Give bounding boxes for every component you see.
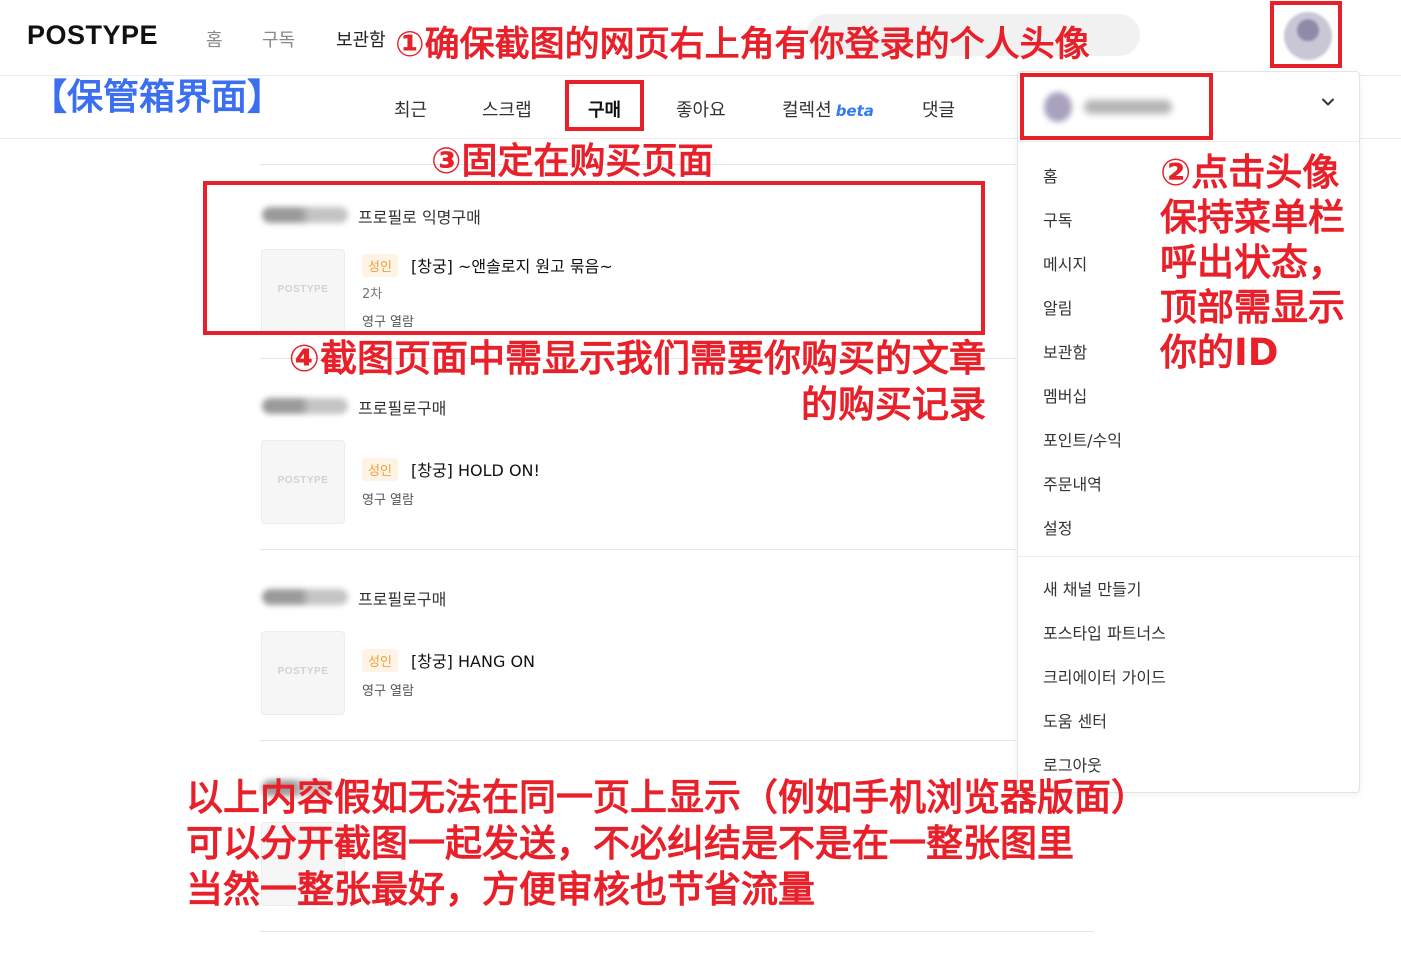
- annotation-step1: ①确保截图的网页右上角有你登录的个人头像: [395, 25, 1090, 65]
- user-id-highlight-box: [1020, 73, 1213, 140]
- list-divider: [260, 740, 1016, 741]
- menu-membership[interactable]: 멤버십: [1043, 383, 1087, 407]
- annotation-step3: ③固定在购买页面: [431, 141, 714, 182]
- blurred-profile-name: [262, 589, 348, 605]
- menu-help-center[interactable]: 도움 센터: [1043, 708, 1107, 732]
- menu-points[interactable]: 포인트/수익: [1043, 427, 1122, 451]
- avatar-highlight-box: [1270, 1, 1342, 68]
- purchase-tab-highlight-box: [565, 80, 644, 131]
- access-label: 영구 열람: [362, 493, 414, 508]
- nav-library[interactable]: 보관함: [336, 26, 386, 52]
- tab-collection[interactable]: 컬렉션 beta: [782, 96, 874, 122]
- annotation-footer: 以上内容假如无法在同一页上显示（例如手机浏览器版面） 可以分开截图一起发送，不必…: [186, 776, 1148, 911]
- annotation-step4: ④截图页面中需显示我们需要你购买的文章 的购买记录: [288, 337, 986, 426]
- nav-subscribe[interactable]: 구독: [262, 26, 295, 52]
- menu-orders[interactable]: 주문내역: [1043, 471, 1102, 495]
- menu-library[interactable]: 보관함: [1043, 339, 1087, 363]
- purchase-record-highlight-box: [203, 181, 985, 335]
- access-label: 영구 열람: [362, 684, 414, 699]
- postype-logo[interactable]: POSTYPE: [27, 20, 158, 51]
- post-title[interactable]: [창궁] HANG ON: [411, 648, 535, 672]
- tab-scrap[interactable]: 스크랩: [482, 96, 532, 122]
- tab-comments[interactable]: 댓글: [922, 96, 955, 122]
- menu-partners[interactable]: 포스타입 파트너스: [1043, 620, 1166, 644]
- list-divider: [260, 549, 1016, 550]
- menu-settings[interactable]: 설정: [1043, 515, 1072, 539]
- beta-tag: beta: [835, 102, 874, 120]
- tab-recent[interactable]: 최근: [394, 96, 427, 122]
- chevron-down-icon[interactable]: [1320, 94, 1336, 115]
- annotation-step2: ②点击头像 保持菜单栏 呼出状态， 顶部需显示 你的ID: [1160, 151, 1345, 374]
- dropdown-divider: [1018, 556, 1359, 557]
- post-thumbnail[interactable]: POSTYPE: [261, 631, 345, 715]
- menu-subscribe[interactable]: 구독: [1043, 207, 1072, 231]
- menu-notifications[interactable]: 알림: [1043, 295, 1072, 319]
- menu-messages[interactable]: 메시지: [1043, 251, 1087, 275]
- annotation-section-title: 【保管箱界面】: [31, 77, 284, 118]
- post-title[interactable]: [창궁] HOLD ON!: [411, 457, 540, 481]
- post-thumbnail[interactable]: POSTYPE: [261, 440, 345, 524]
- menu-home[interactable]: 홈: [1043, 163, 1058, 187]
- menu-creator-guide[interactable]: 크리에이터 가이드: [1043, 664, 1166, 688]
- adult-badge: 성인: [362, 649, 398, 672]
- list-divider: [260, 931, 1094, 932]
- adult-badge: 성인: [362, 458, 398, 481]
- purchase-type: 프로필로구매: [358, 590, 447, 609]
- nav-home[interactable]: 홈: [206, 26, 223, 52]
- menu-logout[interactable]: 로그아웃: [1043, 752, 1102, 776]
- tab-likes[interactable]: 좋아요: [676, 96, 726, 122]
- menu-new-channel[interactable]: 새 채널 만들기: [1043, 576, 1142, 600]
